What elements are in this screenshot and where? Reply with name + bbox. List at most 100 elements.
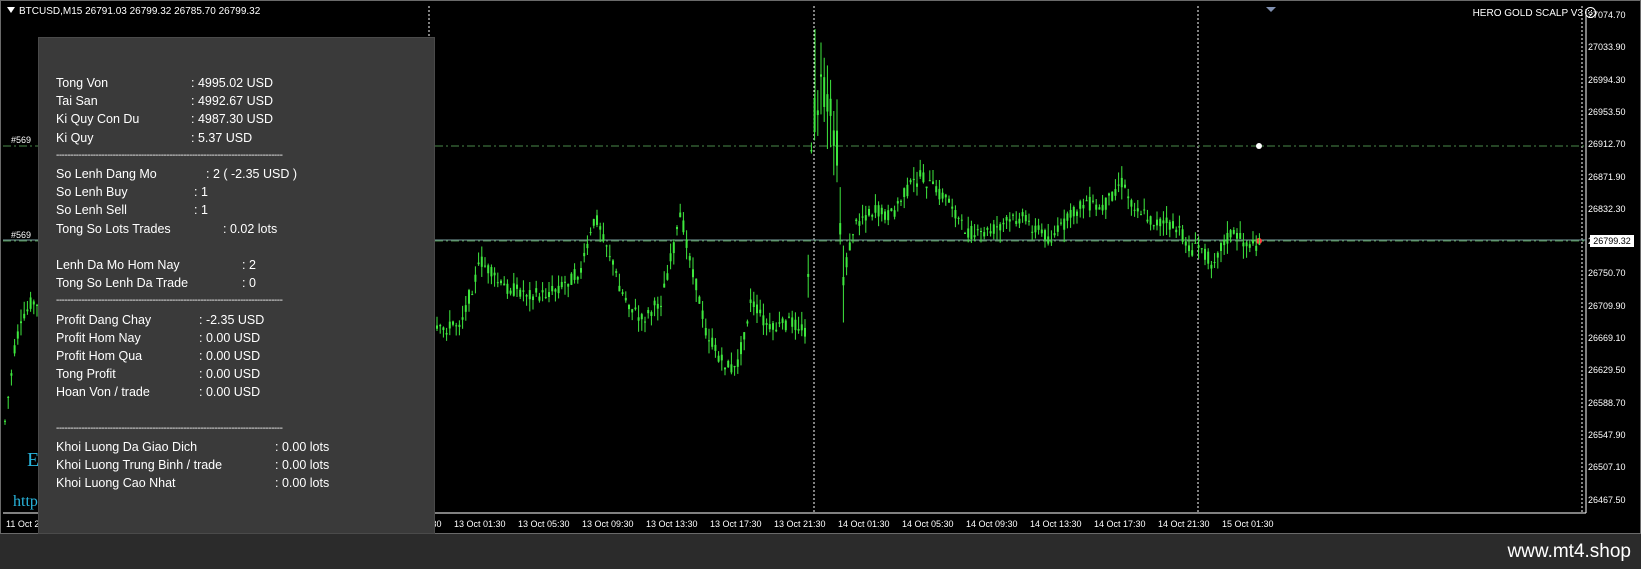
candle-body [1117, 184, 1120, 186]
time-axis-label: 13 Oct 05:30 [518, 519, 570, 529]
candle-body [685, 239, 688, 248]
dropdown-triangle-icon[interactable] [7, 7, 15, 13]
candle-body [951, 206, 954, 209]
account-info-panel: Tong Von: 4995.02 USD Tai San: 4992.67 US… [38, 37, 435, 534]
candle-body [1216, 252, 1219, 258]
candle-body [1149, 216, 1152, 225]
candle-body [1114, 189, 1117, 196]
candle-body [583, 252, 586, 257]
candle-body [439, 324, 442, 327]
candle-body [570, 273, 573, 285]
candle-body [877, 205, 880, 217]
candle-body [688, 256, 691, 261]
candle-body [1236, 232, 1238, 239]
chart-window[interactable]: BTCUSD,M15 26791.03 26799.32 26785.70 26… [0, 0, 1641, 534]
candle-body [660, 305, 662, 307]
candle-body [970, 225, 973, 240]
candle-body [516, 284, 518, 289]
candle-body [916, 183, 918, 187]
smiley-icon[interactable] [1585, 7, 1596, 18]
candle-body [832, 130, 835, 147]
candle-body [1060, 222, 1062, 224]
candle-body [1159, 218, 1162, 227]
candle-body [1101, 204, 1104, 211]
candle-body [880, 207, 883, 215]
candle-body [461, 317, 464, 320]
time-axis-label: 14 Oct 21:30 [1158, 519, 1210, 529]
candle-body [23, 313, 26, 319]
candle-body [496, 282, 499, 284]
candle-body [1175, 229, 1178, 233]
candle-body [762, 315, 765, 326]
candle-body [743, 332, 746, 340]
panel-row-label: Tong Von [56, 76, 109, 90]
candle-body [1252, 239, 1254, 244]
panel-row: Profit Hom Qua: 0.00 USD [56, 347, 260, 365]
candle-body [954, 210, 957, 219]
candle-body [679, 212, 682, 218]
candle-body [1034, 225, 1037, 233]
candle-body [861, 216, 864, 218]
candle-body [436, 325, 438, 329]
candle-body [1255, 245, 1258, 251]
candle-body [1220, 243, 1222, 251]
candle-body [909, 180, 912, 183]
panel-row-value: : 4987.30 USD [191, 112, 273, 127]
candle-body [1204, 248, 1206, 260]
candle-body [1044, 230, 1046, 241]
candle-body [896, 201, 899, 204]
candle-body [560, 281, 563, 288]
panel-row: Khoi Luong Da Giao Dich: 0.00 lots [56, 438, 329, 456]
candle-body [967, 228, 970, 238]
time-axis-label: 13 Oct 13:30 [646, 519, 698, 529]
candle-body [586, 243, 589, 249]
candle-body [746, 321, 749, 324]
candle-body [567, 283, 570, 287]
candle-body [564, 281, 566, 283]
candle-body [647, 310, 650, 314]
candle-body [749, 299, 752, 304]
candle-body [1085, 200, 1088, 202]
candle-body [752, 301, 755, 308]
candle-body [717, 355, 720, 362]
candle-body [1104, 197, 1107, 210]
candle-body [1213, 262, 1216, 264]
expert-advisor-label[interactable]: HERO GOLD SCALP V3 [1473, 7, 1596, 19]
candle-body [576, 276, 579, 280]
candle-body [640, 314, 643, 320]
panel-row: Hoan Von / trade: 0.00 USD [56, 383, 260, 401]
panel-row-value: : 0.02 lots [223, 221, 278, 236]
panel-row: Tong So Lenh Da Trade: 0 [56, 274, 256, 292]
panel-row: Tong Von: 4995.02 USD [56, 74, 273, 92]
candle-body [506, 283, 509, 294]
candle-body [711, 337, 714, 347]
logo-link[interactable]: http [13, 493, 38, 511]
candle-body [810, 149, 813, 152]
candle-body [621, 292, 624, 294]
candle-body [1191, 250, 1194, 256]
candle-body [1248, 244, 1251, 248]
candle-body [1168, 221, 1171, 230]
panel-row-value: : 0.00 lots [275, 440, 330, 454]
candle-body [1120, 177, 1123, 188]
panel-row-label: So Lenh Dang Mo [56, 167, 157, 181]
candle-body [1108, 193, 1110, 196]
candle-body [1111, 191, 1114, 201]
candle-body [1210, 264, 1213, 269]
time-axis-label: 14 Oct 13:30 [1030, 519, 1082, 529]
candle-body [922, 172, 925, 183]
candle-body [592, 219, 595, 226]
candle-body [653, 300, 656, 306]
symbol-header[interactable]: BTCUSD,M15 26791.03 26799.32 26785.70 26… [7, 6, 260, 17]
candle-body [1028, 220, 1030, 222]
candle-body [471, 294, 474, 296]
candle-body [631, 309, 634, 313]
candle-body [996, 226, 998, 228]
candle-body [925, 186, 928, 189]
candle-body [903, 188, 906, 198]
candle-body [1156, 219, 1158, 226]
candle-body [650, 312, 653, 316]
candle-body [4, 420, 6, 422]
candle-body [887, 210, 890, 221]
time-axis-label: 14 Oct 05:30 [902, 519, 954, 529]
